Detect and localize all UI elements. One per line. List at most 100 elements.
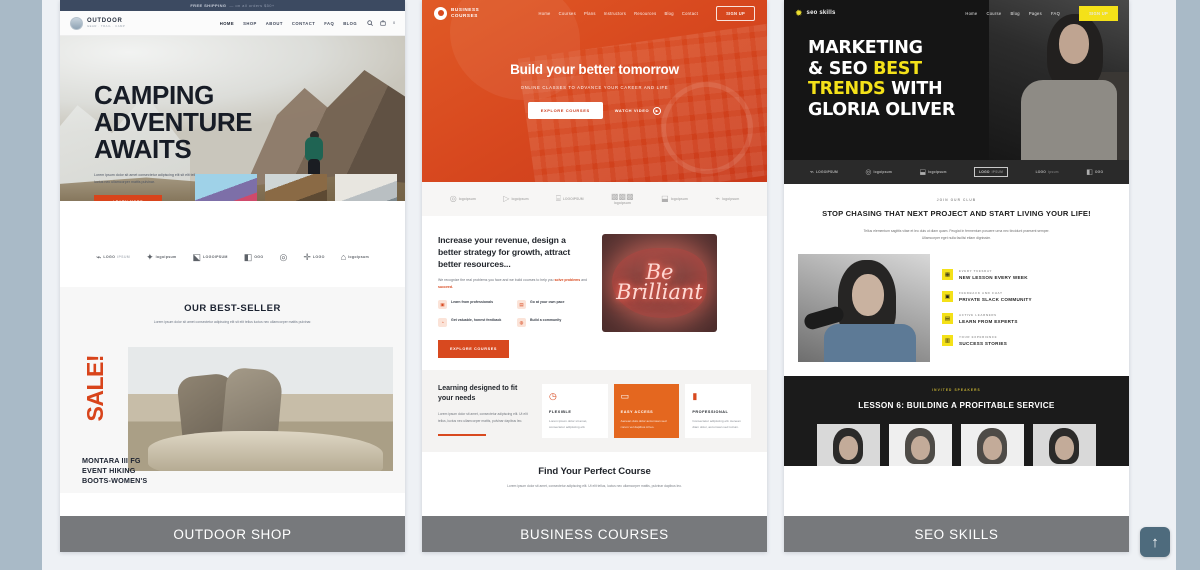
template-card-business-courses[interactable]: BUSINESS COURSES Home Courses Plans Inst… [422, 0, 767, 552]
nav-item-contact[interactable]: Contact [682, 11, 698, 16]
nav-item-resources[interactable]: Resources [634, 11, 656, 16]
learning-card-professional[interactable]: ▮ PROFESSIONAL Consectetur adipiscing el… [685, 384, 752, 439]
brand-logo: ▷ logoipsum [503, 195, 528, 203]
nav-item-plans[interactable]: Plans [584, 11, 596, 16]
best-seller-text: Lorem ipsum dolor sit amet consectetur a… [153, 320, 312, 324]
logo-business[interactable]: BUSINESS COURSES [434, 6, 479, 20]
brand-logo-icon: ◎ [279, 251, 288, 262]
learning-card-flexible[interactable]: ◷ FLEXIBLE Lorem ipsum dolor sit amet, c… [542, 384, 608, 439]
category-tile[interactable]: HIKE FAVORITES [335, 174, 397, 201]
nav-item-blog[interactable]: BLOG [343, 21, 357, 26]
nav-item-home[interactable]: HOME [220, 21, 234, 26]
announcement-bold: FREE SHIPPING [190, 3, 227, 8]
chat-icon: ▣ [942, 291, 953, 303]
cart-icon[interactable] [380, 20, 386, 26]
brand-logo-icon: ⌂ [340, 251, 347, 262]
nav-item-home[interactable]: Home [539, 11, 551, 16]
nav-item-courses[interactable]: Courses [559, 11, 576, 16]
brand-logo-strip-seo: ⌁ LOGOIPSUM ◎ logoipsum ⬓ logoipsum LOGO IPS… [784, 160, 1129, 184]
hero-title-line-3: AWAITS [94, 133, 192, 164]
brand-logo: ⌁LOGOIPSUM [810, 169, 838, 176]
nav-item-instructors[interactable]: Instructors [604, 11, 626, 16]
brand-logo-icon: ▷ [503, 194, 510, 203]
nav-item-home[interactable]: Home [965, 11, 977, 16]
sale-badge: SALE! [82, 355, 108, 422]
feature-label: Get valuable, honest feedback [451, 318, 502, 323]
nav-item-faq[interactable]: FAQ [1051, 11, 1060, 16]
announcement-bar: FREE SHIPPING — on all orders $50+ [60, 0, 405, 11]
nav-item-blog[interactable]: Blog [1010, 11, 1019, 16]
revenue-lede-part-1: We recognize the real problems you face … [438, 278, 555, 283]
brand-logo-icon: ⌸ [556, 194, 561, 203]
brand-logo-icon: ◎ [449, 194, 457, 203]
brand-logo: ◧ OGO [1086, 169, 1103, 176]
category-tile[interactable]: STAFF PICKS [265, 174, 327, 201]
hero-outdoor: CAMPING ADVENTURE AWAITS Lorem ipsum dol… [60, 36, 405, 201]
nav-menu-business: Home Courses Plans Instructors Resources… [539, 5, 755, 21]
clipboard-icon: ▮ [692, 391, 698, 402]
watch-video-button[interactable]: WATCH VIDEO ▶ [615, 106, 662, 115]
nav-item-blog[interactable]: Blog [664, 11, 673, 16]
logo-mark-icon [70, 16, 83, 30]
brand-logo: LOGO IPSUM [974, 167, 1009, 177]
learning-card-easy-access[interactable]: ▭ EASY ACCESS Aenean duis dolor accumsan… [613, 384, 680, 439]
club-text: Tellus elementum sagittis vitae et leo d… [863, 228, 1050, 240]
signup-button[interactable]: SIGN UP [1079, 5, 1118, 21]
logo-text: seo skills [806, 10, 836, 16]
hero-title-line-1: MARKETING [808, 38, 923, 58]
explore-courses-button[interactable]: EXPLORE COURSES [527, 102, 603, 119]
benefit-title: NEW LESSON EVERY WEEK [959, 275, 1028, 281]
brand-logo-icon: ✛ [303, 251, 311, 262]
revenue-lede: We recognize the real problems you face … [438, 277, 588, 290]
learning-card-group: ◷ FLEXIBLE Lorem ipsum dolor sit amet, c… [542, 384, 752, 439]
lesson-eyebrow: INVITED SPEAKERS [932, 387, 981, 392]
brand-logo-icon: ▩▩▩ [611, 192, 634, 201]
chat-icon: ◔ [438, 318, 447, 328]
scroll-to-top-button[interactable]: ↑ [1140, 527, 1170, 557]
nav-item-pages[interactable]: Pages [1029, 11, 1042, 16]
brand-logo-text: LOGOIPSUM [562, 197, 584, 201]
explore-courses-button-secondary[interactable]: EXPLORE COURSES [438, 340, 509, 359]
arrow-up-icon: ↑ [1151, 533, 1159, 551]
template-card-outdoor-shop[interactable]: FREE SHIPPING — on all orders $50+ OUTDO… [60, 0, 405, 552]
logo-outdoor[interactable]: OUTDOOR GEAR · TRAIL · CAMP [70, 16, 125, 30]
search-icon[interactable] [367, 20, 373, 26]
category-tile[interactable]: BEST SELLERS [195, 174, 257, 201]
nav-item-about[interactable]: ABOUT [266, 21, 283, 26]
learning-card-title: PROFESSIONAL [692, 410, 729, 415]
club-portrait-image [798, 253, 930, 362]
brand-logo-icon: ⬕ [192, 251, 202, 262]
signup-button[interactable]: SIGN UP [716, 5, 755, 21]
site-header-seo: ✹ seo skills Home Course Blog Pages FAQ … [784, 0, 1129, 26]
club-eyebrow: JOIN OUR CLUB [936, 198, 977, 202]
logo-line-2: COURSES [451, 13, 478, 18]
find-course-section: Find Your Perfect Course Lorem ipsum dol… [422, 452, 767, 500]
nav-item-shop[interactable]: SHOP [243, 21, 257, 26]
revenue-section: Increase your revenue, design a better s… [422, 216, 767, 371]
trophy-icon: ▥ [942, 335, 953, 347]
hero-title-line-3-white: WITH [885, 79, 943, 100]
brand-logo: ⌸ LOGOIPSUM [556, 195, 584, 203]
accent-rule [438, 433, 486, 436]
brand-logo-text: LOGO [312, 255, 325, 259]
brand-logo-text: LOGO [1035, 170, 1047, 174]
brand-logo: ✛ LOGO [303, 251, 325, 262]
benefit-title: SUCCESS STORIES [959, 341, 1008, 347]
nav-item-faq[interactable]: FAQ [324, 21, 334, 26]
logo-seo-skills[interactable]: ✹ seo skills [795, 8, 836, 18]
brand-logo: ▩▩▩ logoipsum [611, 192, 634, 206]
hero-business: BUSINESS COURSES Home Courses Plans Inst… [422, 0, 767, 182]
template-card-seo-skills[interactable]: ✹ seo skills Home Course Blog Pages FAQ … [784, 0, 1129, 552]
brand-logo: ◎ [279, 251, 288, 262]
brand-logo: ⌁ logoipsum [715, 195, 739, 203]
learn-more-button[interactable]: LEARN MORE [94, 194, 162, 201]
brand-logo-muted: IPSUM [991, 170, 1004, 174]
nav-item-course[interactable]: Course [986, 11, 1001, 16]
announcement-rest: — on all orders $50+ [229, 3, 275, 8]
nav-item-contact[interactable]: CONTACT [292, 21, 315, 26]
tile-image [195, 174, 257, 201]
benefit-item: ▤ ACTIVE LEARNERS LEARN FROM EXPERTS [942, 313, 1115, 325]
club-split: ▦ EVERY TUESDAY NEW LESSON EVERY WEEK ▣ … [784, 241, 1129, 376]
hero-subtitle: ONLINE CLASSES TO ADVANCE YOUR CAREER AN… [520, 85, 669, 90]
brand-logo-text: logoipsum [348, 255, 369, 259]
